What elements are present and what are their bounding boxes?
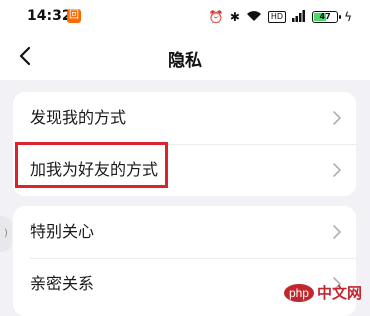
navigation-bar: 隐私 — [0, 34, 370, 80]
side-drawer-handle[interactable]: ) — [0, 216, 12, 252]
status-icons: ⏰ ✱ HD 47 ϟ — [209, 7, 352, 27]
row-label: 特别关心 — [30, 222, 95, 241]
watermark-site: 中文网 — [316, 285, 362, 302]
watermark-logo: php 中文网 — [283, 282, 362, 303]
status-time: 14:32 — [27, 8, 72, 24]
hd-badge: HD — [267, 11, 287, 23]
discover-me-row[interactable]: 发现我的方式 — [13, 92, 356, 144]
signal-icon — [292, 9, 306, 25]
row-label: 发现我的方式 — [30, 108, 127, 127]
charging-icon: ϟ — [344, 10, 352, 24]
battery-icon: 47 — [312, 11, 342, 23]
row-label: 亲密关系 — [30, 274, 95, 293]
chevron-right-icon — [333, 163, 341, 177]
wifi-icon — [246, 10, 262, 25]
watermark-php: php — [283, 283, 314, 302]
chevron-right-icon — [333, 111, 341, 125]
highlight-box — [15, 142, 168, 188]
special-care-row[interactable]: 特别关心 — [13, 206, 356, 258]
alarm-icon: ⏰ — [208, 10, 224, 24]
status-bar: 14:32 回 ⏰ ✱ HD 47 ϟ — [0, 0, 370, 34]
chevron-right-icon — [333, 225, 341, 239]
app-notification-icon: 回 — [67, 9, 81, 23]
bluetooth-icon: ✱ — [229, 10, 240, 24]
battery-level: 47 — [319, 12, 331, 21]
page-title: 隐私 — [168, 51, 202, 71]
